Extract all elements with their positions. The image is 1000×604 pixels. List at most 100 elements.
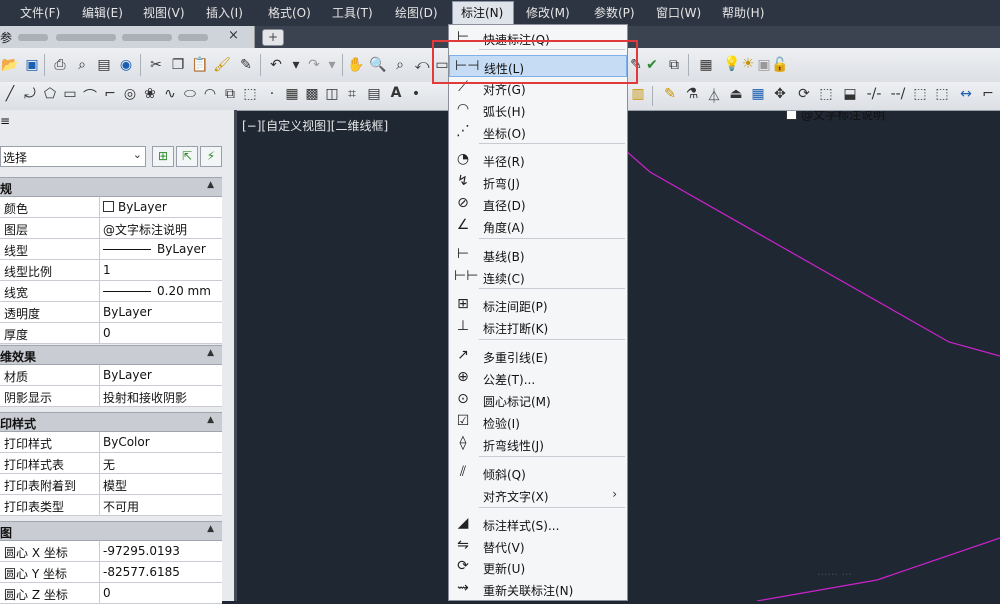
zoom-window-icon[interactable]: ⌕ (390, 57, 410, 73)
menu-item[interactable]: ⟳ 更新(U) (449, 556, 627, 578)
toolbar-icon[interactable]: ▥ (628, 86, 648, 102)
join-icon[interactable]: ⬚ (932, 86, 952, 102)
section-header[interactable]: 印样式 ▲ (0, 412, 222, 432)
menu-item[interactable]: ⊞ 标注间距(P) (449, 294, 627, 316)
select-objects-button[interactable]: ⇱ (176, 146, 198, 167)
gradient-icon[interactable]: ▩ (302, 86, 322, 102)
property-row[interactable]: 材质 ByLayer (0, 365, 222, 386)
menu-parametric[interactable]: 参数(P) (594, 0, 635, 26)
property-row[interactable]: 透明度 ByLayer (0, 302, 222, 323)
menu-insert[interactable]: 插入(I) (206, 0, 243, 26)
zoom-previous-icon[interactable]: ⤺ (412, 57, 432, 73)
rectangle-icon[interactable]: ▭ (60, 86, 80, 102)
hatch-icon[interactable]: ▦ (282, 86, 302, 102)
menu-item[interactable]: ☑ 检验(I) (449, 411, 627, 433)
collapse-icon[interactable]: ▲ (207, 348, 214, 358)
property-value[interactable]: @文字标注说明 (103, 221, 221, 238)
property-row[interactable]: 打印表类型 不可用 (0, 495, 222, 516)
property-value[interactable]: 0 (103, 326, 221, 340)
menu-window[interactable]: 窗口(W) (656, 0, 701, 26)
plot-preview-icon[interactable]: ⌕ (72, 57, 92, 73)
menu-item[interactable]: ⟠ 折弯线性(J) (449, 433, 627, 455)
menu-item[interactable]: ∠ 角度(A) (449, 215, 627, 237)
3d-dwf-icon[interactable]: ◉ (116, 57, 136, 73)
open-icon[interactable]: 📂 (0, 57, 20, 73)
menu-item[interactable]: ⊙ 圆心标记(M) (449, 389, 627, 411)
quick-select-button[interactable]: ⚡ (200, 146, 222, 167)
point-icon[interactable]: · (262, 86, 282, 102)
array-icon[interactable]: ▦ (748, 86, 768, 102)
check-icon[interactable]: ✔ (642, 57, 662, 73)
viewport-label[interactable]: [−][自定义视图][二维线框] (242, 117, 388, 134)
table-grid-icon[interactable]: ▤ (364, 86, 384, 102)
property-row[interactable]: 阴影显示 投射和接收阴影 (0, 386, 222, 407)
add-selected-icon[interactable]: • (406, 86, 426, 102)
menu-dimension[interactable]: 标注(N) (452, 1, 514, 25)
scale-icon[interactable]: ⬚ (816, 86, 836, 102)
property-row[interactable]: 线型比例 1 (0, 260, 222, 281)
property-row[interactable]: 圆心 Y 坐标 -82577.6185 (0, 562, 222, 583)
property-value[interactable]: ByLayer (103, 200, 221, 214)
property-value[interactable]: 0 (103, 586, 221, 600)
menu-item[interactable]: ◠ 弧长(H) (449, 99, 627, 121)
property-row[interactable]: 圆心 X 坐标 -97295.0193 (0, 541, 222, 562)
extend-icon[interactable]: --/ (888, 86, 908, 102)
cut-icon[interactable]: ✂ (146, 57, 166, 73)
polyline-icon[interactable]: ⤾ (20, 86, 40, 102)
spline-icon[interactable]: ∿ (160, 86, 180, 102)
object-type-select[interactable]: 选择 ⌄ (0, 146, 146, 167)
menu-item[interactable]: ↯ 折弯(J) (449, 171, 627, 193)
menu-item[interactable]: ⋰ 坐标(O) (449, 121, 627, 143)
property-value[interactable]: -97295.0193 (103, 544, 221, 558)
region-icon[interactable]: ◫ (322, 86, 342, 102)
mirror-icon[interactable]: ⏃ (704, 86, 724, 106)
collapse-icon[interactable]: ▲ (207, 524, 214, 534)
menu-item[interactable]: ⊕ 公差(T)... (449, 367, 627, 389)
ellipse-arc-icon[interactable]: ◠ (200, 86, 220, 102)
revcloud-icon[interactable]: ❀ (140, 86, 160, 102)
menu-item[interactable]: ⫽ 倾斜(Q) (449, 462, 627, 484)
trim-icon[interactable]: -/- (864, 86, 884, 102)
property-value[interactable]: 1 (103, 263, 221, 277)
property-row[interactable]: 线型 ByLayer (0, 239, 222, 260)
erase-icon[interactable]: ✎ (660, 86, 680, 102)
redo-icon[interactable]: ↷ (304, 57, 324, 73)
paste-icon[interactable]: 📋 (190, 57, 210, 73)
polygon-icon[interactable]: ⬠ (40, 86, 60, 102)
break-icon[interactable]: ⬚ (910, 86, 930, 102)
layer-manager-icon[interactable]: ▦ (696, 57, 716, 73)
property-value[interactable]: 投射和接收阴影 (103, 389, 221, 406)
property-row[interactable]: 打印表附着到 模型 (0, 474, 222, 495)
tab-close-icon[interactable]: × (228, 28, 239, 43)
menu-view[interactable]: 视图(V) (143, 0, 185, 26)
fillet-icon[interactable]: ⌐ (978, 86, 998, 102)
menu-item[interactable]: ⇋ 替代(V) (449, 535, 627, 557)
section-header[interactable]: 维效果 ▲ (0, 345, 222, 365)
copy-icon[interactable]: ❐ (168, 57, 188, 73)
collapse-icon[interactable]: ▲ (207, 180, 214, 190)
menu-item[interactable]: 对齐文字(X) › (449, 484, 627, 506)
chamfer-icon[interactable]: ↔ (956, 86, 976, 102)
undo-icon[interactable]: ↶ (266, 57, 286, 73)
offset-icon[interactable]: ⏏ (726, 86, 746, 102)
menu-item[interactable]: ⊥ 标注打断(K) (449, 316, 627, 338)
plot-icon[interactable]: ⎙ (50, 57, 70, 73)
property-value[interactable]: ByLayer (103, 368, 221, 382)
property-row[interactable]: 打印样式 ByColor (0, 432, 222, 453)
pan-icon[interactable]: ✋ (346, 57, 366, 73)
match-properties-icon[interactable]: 🖌 (212, 57, 232, 73)
menu-help[interactable]: 帮助(H) (722, 0, 764, 26)
copy-object-icon[interactable]: ⚗ (682, 86, 702, 102)
menu-tools[interactable]: 工具(T) (332, 0, 373, 26)
publish-icon[interactable]: ▤ (94, 57, 114, 73)
menu-item[interactable]: ⊢ 基线(B) (449, 244, 627, 266)
menu-item[interactable]: ⊢ 快速标注(Q) (449, 27, 627, 49)
layer-tool-icon[interactable]: ⧉ (664, 57, 684, 73)
menu-item[interactable]: ◢ 标注样式(S)... (449, 513, 627, 535)
menu-format[interactable]: 格式(O) (268, 0, 311, 26)
menu-draw[interactable]: 绘图(D) (395, 0, 438, 26)
circle-icon[interactable]: ◎ (120, 86, 140, 102)
stretch-icon[interactable]: ⬓ (840, 86, 860, 102)
menu-modify[interactable]: 修改(M) (526, 0, 570, 26)
ellipse-icon[interactable]: ⬭ (180, 86, 200, 102)
